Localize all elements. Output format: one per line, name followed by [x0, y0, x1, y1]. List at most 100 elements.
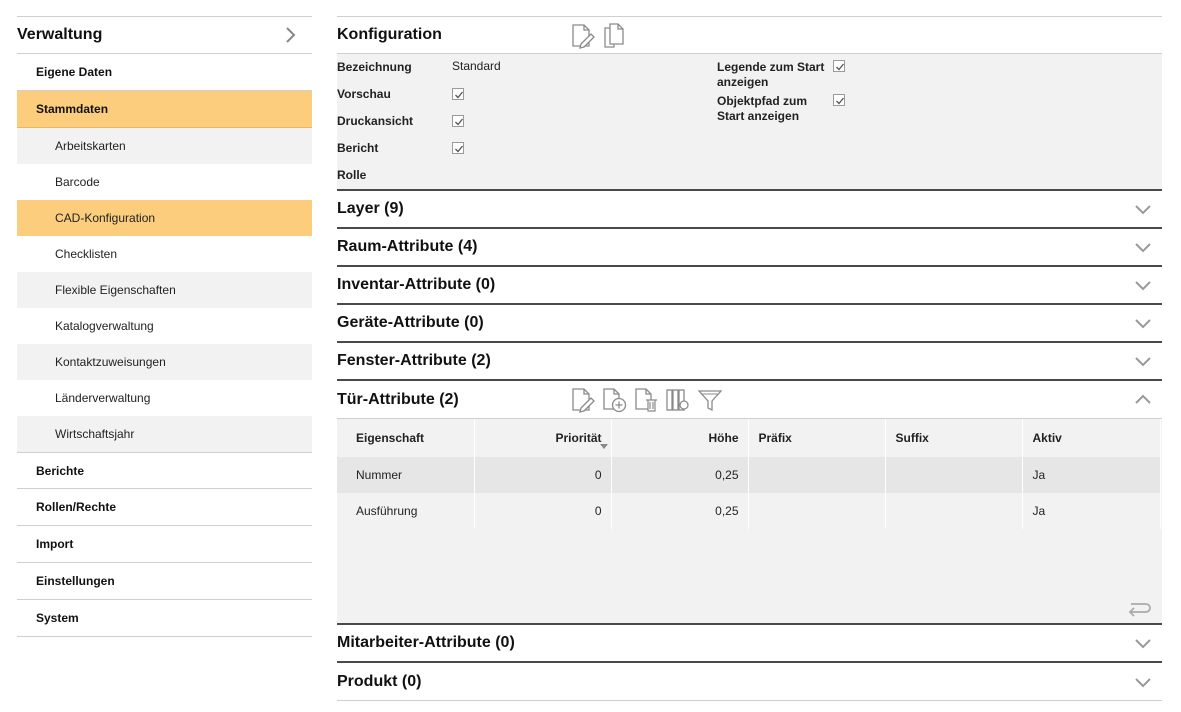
panel-raum-attribute[interactable]: Raum-Attribute (4): [337, 229, 1162, 267]
bezeichnung-label: Bezeichnung: [337, 60, 412, 74]
vorschau-checkbox[interactable]: [452, 88, 464, 100]
panel-inventar-attribute[interactable]: Inventar-Attribute (0): [337, 267, 1162, 305]
sidebar-item-eigene-daten[interactable]: Eigene Daten: [17, 54, 312, 91]
cell-aktiv: Ja: [1022, 457, 1161, 493]
cell-eigenschaft: Nummer: [337, 457, 475, 493]
vorschau-label: Vorschau: [337, 87, 391, 101]
column-header-label: Aktiv: [1032, 431, 1062, 445]
config-title: Konfiguration: [337, 26, 442, 43]
chevron-down-icon[interactable]: [1132, 632, 1154, 654]
panel-tuer-title: Tür-Attribute (2): [337, 390, 459, 408]
column-header-label: Eigenschaft: [356, 431, 425, 445]
bericht-checkbox[interactable]: [452, 142, 464, 154]
sidebar-item-import[interactable]: Import: [17, 526, 312, 563]
column-header-praefix[interactable]: Präfix: [748, 419, 886, 457]
table-header-row: Eigenschaft Priorität Höhe Präfix Suffix…: [337, 419, 1161, 457]
rolle-label: Rolle: [337, 168, 367, 182]
cell-eigenschaft: Ausführung: [337, 493, 475, 529]
objektpfad-checkbox[interactable]: [833, 94, 845, 106]
cell-hoehe: 0,25: [611, 457, 749, 493]
objektpfad-label-line1: Objektpfad zum: [717, 94, 808, 108]
column-settings-icon[interactable]: [665, 387, 691, 413]
sidebar-subitem-laenderverwaltung[interactable]: Länderverwaltung: [17, 380, 312, 416]
legende-checkbox[interactable]: [833, 60, 845, 72]
table-row[interactable]: Ausführung 0 0,25 Ja: [337, 493, 1161, 529]
column-header-label: Höhe: [708, 431, 739, 445]
config-form: Bezeichnung Standard Vorschau Druckansic…: [337, 54, 1162, 191]
legende-label-line1: Legende zum Start: [717, 60, 825, 74]
chevron-down-icon[interactable]: [1132, 236, 1154, 258]
cell-suffix: [885, 457, 1023, 493]
sidebar-subitem-arbeitskarten[interactable]: Arbeitskarten: [17, 128, 312, 164]
config-header: Konfiguration: [337, 16, 1162, 54]
sidebar-title: Verwaltung: [17, 26, 103, 43]
column-header-label: Suffix: [895, 431, 929, 445]
column-header-label: Priorität: [555, 431, 602, 445]
panel-produkt[interactable]: Produkt (0): [337, 663, 1162, 701]
panel-layer[interactable]: Layer (9): [337, 191, 1162, 229]
column-header-suffix[interactable]: Suffix: [885, 419, 1023, 457]
sidebar-item-system[interactable]: System: [17, 600, 312, 637]
copy-document-icon[interactable]: [601, 23, 627, 49]
sidebar-subitem-katalogverwaltung[interactable]: Katalogverwaltung: [17, 308, 312, 344]
chevron-down-icon[interactable]: [1132, 350, 1154, 372]
druckansicht-checkbox[interactable]: [452, 115, 464, 127]
sidebar-item-berichte[interactable]: Berichte: [17, 452, 312, 489]
chevron-down-icon[interactable]: [1132, 671, 1154, 693]
objektpfad-label-line2: Start anzeigen: [717, 109, 800, 123]
cell-prioritaet: 0: [474, 457, 612, 493]
sidebar: Verwaltung Eigene Daten Stammdaten Arbei…: [17, 16, 312, 637]
column-header-eigenschaft[interactable]: Eigenschaft: [337, 419, 475, 457]
legende-label-line2: anzeigen: [717, 75, 769, 89]
cell-prioritaet: 0: [474, 493, 612, 529]
sidebar-subitem-cad-konfiguration[interactable]: CAD-Konfiguration: [17, 200, 312, 236]
config-toolbar: [569, 23, 627, 49]
column-header-hoehe[interactable]: Höhe: [611, 419, 749, 457]
sidebar-subitem-flexible-eigenschaften[interactable]: Flexible Eigenschaften: [17, 272, 312, 308]
panel-fenster-title: Fenster-Attribute (2): [337, 352, 491, 369]
chevron-down-icon[interactable]: [1132, 198, 1154, 220]
tuer-attribute-table: Eigenschaft Priorität Höhe Präfix Suffix…: [337, 419, 1161, 529]
edit-document-icon[interactable]: [569, 387, 595, 413]
panel-geraete-attribute[interactable]: Geräte-Attribute (0): [337, 305, 1162, 343]
delete-document-icon[interactable]: [633, 387, 659, 413]
filter-icon[interactable]: [697, 387, 723, 413]
sidebar-item-einstellungen[interactable]: Einstellungen: [17, 563, 312, 600]
chevron-up-icon[interactable]: [1132, 389, 1154, 411]
panel-produkt-title: Produkt (0): [337, 672, 422, 690]
panel-geraete-title: Geräte-Attribute (0): [337, 314, 484, 331]
panel-raum-title: Raum-Attribute (4): [337, 238, 478, 255]
add-document-icon[interactable]: [601, 387, 627, 413]
chevron-down-icon[interactable]: [1132, 274, 1154, 296]
tuer-toolbar: [569, 387, 723, 413]
bericht-label: Bericht: [337, 141, 379, 155]
column-header-prioritaet[interactable]: Priorität: [474, 419, 612, 457]
sidebar-subitem-checklisten[interactable]: Checklisten: [17, 236, 312, 272]
sort-descending-icon: [599, 444, 608, 449]
cell-praefix: [748, 457, 886, 493]
cell-suffix: [885, 493, 1023, 529]
column-header-label: Präfix: [758, 431, 792, 445]
cell-hoehe: 0,25: [611, 493, 749, 529]
panel-fenster-attribute[interactable]: Fenster-Attribute (2): [337, 343, 1162, 381]
sidebar-item-stammdaten[interactable]: Stammdaten: [17, 91, 312, 128]
sidebar-subitem-barcode[interactable]: Barcode: [17, 164, 312, 200]
bezeichnung-value: Standard: [452, 59, 501, 73]
table-row[interactable]: Nummer 0 0,25 Ja: [337, 457, 1161, 493]
cell-praefix: [748, 493, 886, 529]
chevron-down-icon[interactable]: [1132, 312, 1154, 334]
panel-layer-title: Layer (9): [337, 200, 404, 217]
druckansicht-label: Druckansicht: [337, 114, 414, 128]
panel-mitarbeiter-attribute[interactable]: Mitarbeiter-Attribute (0): [337, 625, 1162, 663]
panel-tuer-attribute[interactable]: Tür-Attribute (2): [337, 381, 1162, 419]
sidebar-subitem-wirtschaftsjahr[interactable]: Wirtschaftsjahr: [17, 416, 312, 452]
cell-aktiv: Ja: [1022, 493, 1161, 529]
sidebar-header[interactable]: Verwaltung: [17, 16, 312, 54]
chevron-right-icon[interactable]: [278, 23, 302, 47]
return-arrow-icon[interactable]: [1126, 595, 1152, 617]
column-header-aktiv[interactable]: Aktiv: [1022, 419, 1161, 457]
sidebar-item-rollen-rechte[interactable]: Rollen/Rechte: [17, 489, 312, 526]
edit-document-icon[interactable]: [569, 23, 595, 49]
sidebar-subitem-kontaktzuweisungen[interactable]: Kontaktzuweisungen: [17, 344, 312, 380]
tuer-attribute-content: Eigenschaft Priorität Höhe Präfix Suffix…: [337, 419, 1162, 625]
